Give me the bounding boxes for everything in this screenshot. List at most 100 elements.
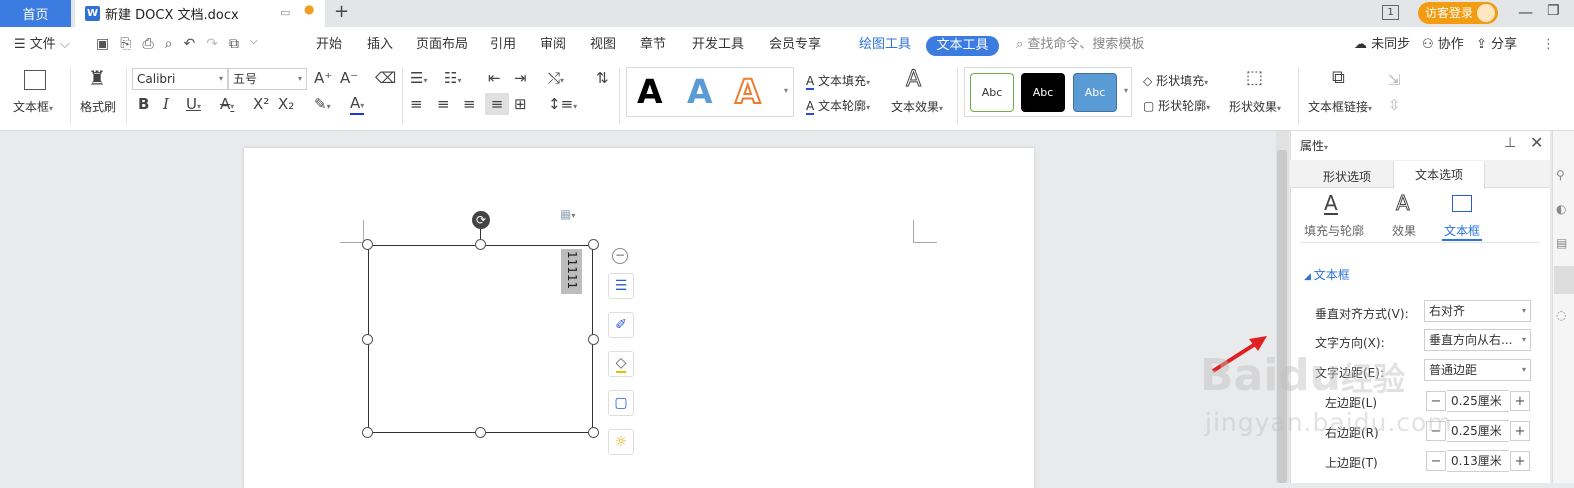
strikethrough-icon[interactable]: A▾: [220, 96, 234, 115]
outline-button[interactable]: ▢: [608, 390, 634, 416]
textbox-button[interactable]: 文本框▾: [13, 98, 53, 115]
align-left-icon[interactable]: ≡: [410, 96, 423, 112]
italic-icon[interactable]: I: [163, 96, 169, 112]
resize-handle[interactable]: [588, 334, 599, 345]
text-direction-icon[interactable]: ⤭▾: [548, 70, 564, 89]
more-menu-icon[interactable]: ⋮: [1542, 27, 1555, 63]
rotate-handle-icon[interactable]: ⟳: [472, 211, 490, 229]
export-icon[interactable]: ⎘: [120, 36, 131, 52]
window-count-badge[interactable]: 1: [1382, 5, 1399, 20]
tool-icon-5[interactable]: ◌: [1556, 308, 1566, 322]
menu-item-start[interactable]: 开始: [316, 27, 342, 63]
resize-handle[interactable]: [362, 239, 373, 250]
top-margin-decrease[interactable]: −: [1426, 451, 1446, 471]
new-tab-button[interactable]: +: [334, 1, 349, 22]
highlight-icon[interactable]: ✎▾: [314, 96, 331, 115]
underline-icon[interactable]: U▾: [186, 96, 201, 115]
bullet-list-icon[interactable]: ☰▾: [410, 70, 427, 89]
layout-options-button[interactable]: ☰: [608, 273, 634, 299]
close-icon[interactable]: ✕: [1530, 133, 1543, 152]
print-icon[interactable]: ⎙: [142, 36, 153, 52]
resize-handle[interactable]: [362, 334, 373, 345]
font-size-select[interactable]: 五号 ▾: [228, 68, 307, 90]
style-abc-black[interactable]: Abc: [1021, 73, 1065, 112]
style-abc-outline[interactable]: Abc: [970, 73, 1014, 112]
style-abc-blue[interactable]: Abc: [1073, 73, 1117, 112]
top-margin-increase[interactable]: +: [1510, 451, 1530, 471]
undo-icon[interactable]: ↶: [183, 36, 195, 52]
more-icon[interactable]: ⌵: [250, 36, 258, 52]
shape-fill-button[interactable]: ◇ 形状填充▾: [1143, 72, 1208, 89]
right-margin-increase[interactable]: +: [1510, 421, 1530, 441]
shape-outline-button[interactable]: ▢ 形状轮廓▾: [1143, 97, 1210, 114]
next-link-icon[interactable]: ⇲: [1388, 72, 1401, 88]
top-margin-input[interactable]: 0.13厘米: [1447, 450, 1509, 472]
menu-item-chapter[interactable]: 章节: [640, 27, 666, 63]
subtab-effect[interactable]: 效果: [1392, 222, 1416, 239]
menu-item-drawing-tools[interactable]: 绘图工具: [859, 27, 911, 63]
panel-title[interactable]: 属性▾: [1300, 137, 1328, 154]
tab-home[interactable]: 首页: [0, 0, 71, 27]
sync-button[interactable]: ☁ 未同步: [1354, 27, 1410, 63]
right-margin-input[interactable]: 0.25厘米: [1447, 420, 1509, 442]
redo-icon[interactable]: ↷: [206, 36, 218, 52]
screen-icon[interactable]: ▭: [280, 6, 290, 19]
login-button[interactable]: 访客登录: [1418, 2, 1498, 24]
save-icon[interactable]: ▣: [96, 36, 109, 52]
subtab-fill-outline[interactable]: 填充与轮廓: [1304, 222, 1364, 239]
align-right-icon[interactable]: ≡: [463, 96, 476, 112]
textbox-link-button[interactable]: 文本框链接▾: [1308, 98, 1372, 115]
text-effect-button[interactable]: 文本效果▾: [891, 98, 943, 115]
vertical-align-select[interactable]: 右对齐 ▾: [1424, 300, 1531, 322]
minimize-icon[interactable]: —: [1518, 3, 1533, 21]
textbox-content[interactable]: 11111: [561, 249, 582, 294]
menu-item-review[interactable]: 审阅: [540, 27, 566, 63]
align-center-icon[interactable]: ≡: [437, 96, 450, 112]
menu-item-member[interactable]: 会员专享: [769, 27, 821, 63]
pin-icon[interactable]: ⊥: [1504, 135, 1516, 151]
shape-effect-button[interactable]: 形状效果▾: [1229, 98, 1281, 115]
break-link-icon[interactable]: ⇳: [1388, 97, 1401, 113]
style-blue-a[interactable]: A: [687, 72, 713, 112]
smart-button[interactable]: ☼: [608, 429, 634, 455]
justify-icon[interactable]: ≡: [485, 93, 509, 115]
grow-font-icon[interactable]: A⁺: [314, 70, 332, 86]
layout-option-icon[interactable]: ▦▾: [560, 207, 575, 221]
tab-text-options[interactable]: 文本选项: [1393, 161, 1485, 189]
tool-icon-3[interactable]: ▤: [1556, 236, 1567, 250]
resize-handle[interactable]: [475, 427, 486, 438]
text-fill-button[interactable]: A 文本填充▾: [806, 72, 870, 90]
style-brush-button[interactable]: ✐: [608, 312, 634, 338]
distribute-icon[interactable]: ⊞: [514, 96, 527, 112]
text-direction-select[interactable]: 垂直方向从右... ▾: [1424, 329, 1531, 351]
sort-icon[interactable]: ⇅: [596, 70, 609, 86]
shape-gallery-more-icon[interactable]: ▾: [1124, 86, 1128, 95]
numbered-list-icon[interactable]: ☷▾: [444, 70, 461, 89]
text-margin-select[interactable]: 普通边距 ▾: [1424, 359, 1531, 381]
resize-handle[interactable]: [362, 427, 373, 438]
tool-icon-1[interactable]: ⚲: [1556, 168, 1565, 182]
resize-handle[interactable]: [588, 427, 599, 438]
file-menu[interactable]: ☰ 文件 ⌵: [14, 27, 70, 63]
font-color-icon[interactable]: A▾: [350, 96, 365, 115]
decrease-indent-icon[interactable]: ⇤: [488, 70, 501, 86]
format-painter-button[interactable]: 格式刷: [80, 98, 116, 115]
selected-textbox[interactable]: [368, 245, 593, 433]
shrink-font-icon[interactable]: A⁻: [340, 70, 358, 86]
menu-item-view[interactable]: 视图: [590, 27, 616, 63]
copy-icon[interactable]: ⧉: [229, 36, 239, 52]
share-button[interactable]: ⇪ 分享: [1476, 27, 1517, 63]
left-margin-increase[interactable]: +: [1510, 391, 1530, 411]
subtab-textbox[interactable]: 文本框: [1444, 222, 1480, 239]
text-outline-button[interactable]: A 文本轮廓▾: [806, 97, 870, 115]
tab-shape-options[interactable]: 形状选项: [1323, 168, 1371, 185]
search-commands[interactable]: ⌕ 查找命令、搜索模板: [1016, 27, 1144, 63]
font-name-select[interactable]: Calibri ▾: [132, 68, 228, 90]
collapse-icon[interactable]: −: [612, 248, 628, 264]
menu-item-reference[interactable]: 引用: [490, 27, 516, 63]
line-spacing-icon[interactable]: ↕≡▾: [548, 96, 577, 115]
menu-item-dev[interactable]: 开发工具: [692, 27, 744, 63]
section-textbox[interactable]: ◢ 文本框: [1304, 266, 1350, 283]
resize-handle[interactable]: [475, 239, 486, 250]
collab-button[interactable]: ⚇ 协作: [1422, 27, 1464, 63]
